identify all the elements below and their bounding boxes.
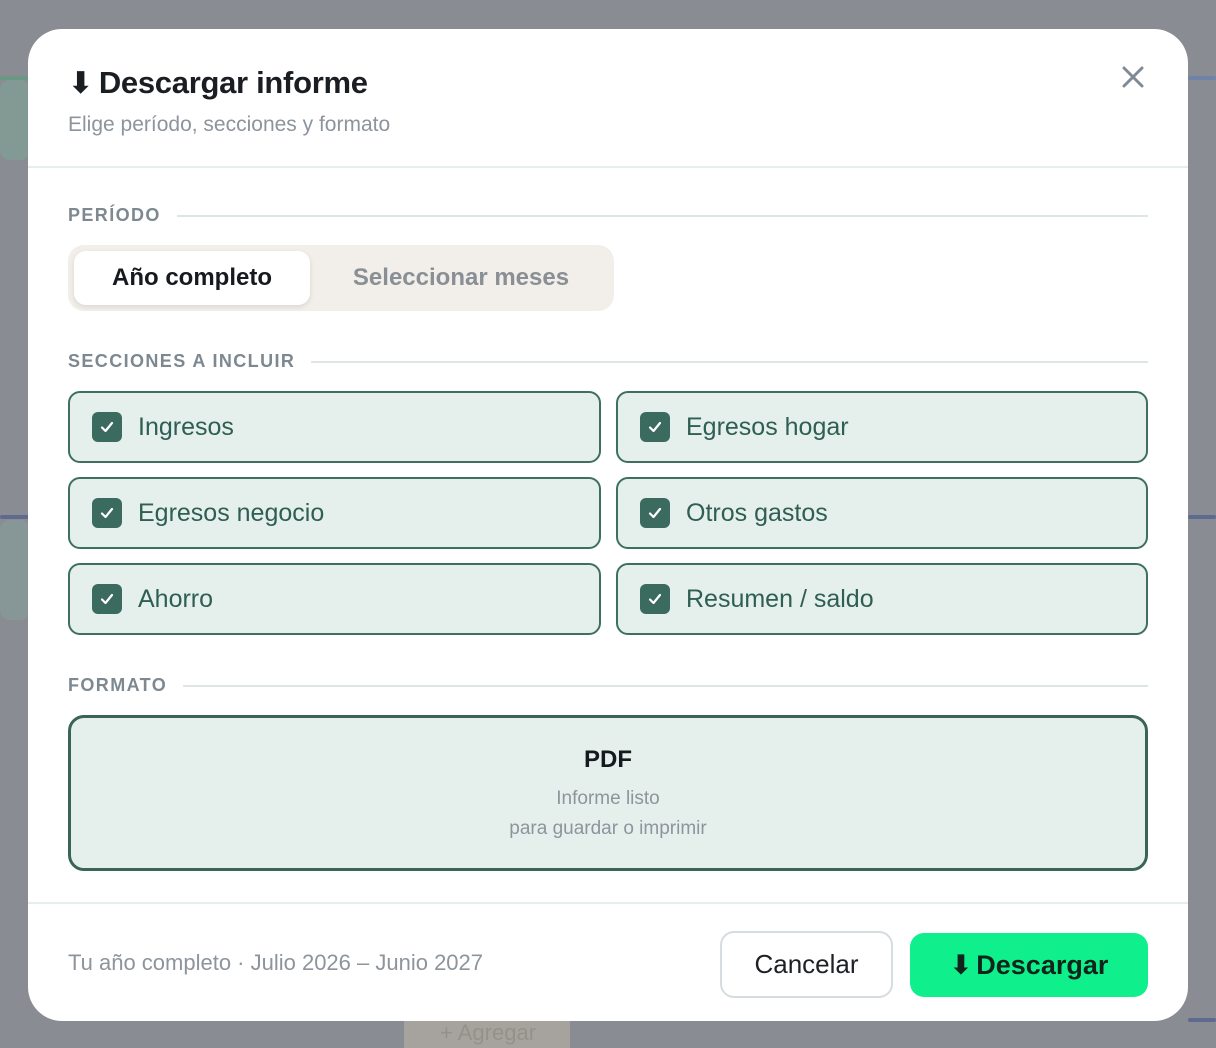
section-option-label: Ahorro	[138, 584, 214, 613]
format-label-text: FORMATO	[68, 675, 168, 695]
period-summary-note: Tu año completo · Julio 2026 – Junio 202…	[68, 950, 484, 975]
checkbox-checked-icon[interactable]	[640, 584, 670, 614]
checkbox-checked-icon[interactable]	[92, 498, 122, 528]
background-decoration	[1188, 1018, 1216, 1022]
modal-title: ⬇ Descargar informe	[68, 65, 368, 101]
modal-subtitle: Elige período, secciones y formato	[68, 113, 391, 136]
checkbox-checked-icon[interactable]	[92, 584, 122, 614]
period-label-text: PERÍODO	[68, 205, 161, 225]
section-option-label: Egresos negocio	[138, 498, 325, 527]
close-icon	[1122, 66, 1144, 88]
section-option-ahorro[interactable]: Ahorro	[68, 563, 601, 635]
background-decoration	[0, 515, 30, 519]
section-option-ingresos[interactable]: Ingresos	[68, 391, 601, 463]
section-option-label: Otros gastos	[686, 498, 828, 527]
background-decoration	[1188, 515, 1216, 519]
section-option-label: Resumen / saldo	[686, 584, 874, 613]
divider	[183, 684, 1148, 687]
checkbox-checked-icon[interactable]	[640, 498, 670, 528]
cancel-button[interactable]: Cancelar	[720, 931, 893, 998]
checkbox-checked-icon[interactable]	[640, 412, 670, 442]
format-option-pdf[interactable]: PDF Informe listo para guardar o imprimi…	[68, 715, 1148, 871]
download-button-label: Descargar	[976, 949, 1109, 980]
section-option-egresos-hogar[interactable]: Egresos hogar	[616, 391, 1148, 463]
period-option-full-year[interactable]: Año completo	[74, 251, 310, 305]
modal-header: ⬇ Descargar informe Elige período, secci…	[28, 29, 1188, 168]
format-section-label: FORMATO	[68, 675, 1148, 696]
divider	[311, 360, 1148, 363]
background-decoration	[0, 80, 30, 160]
format-option-desc-line: Informe listo	[556, 788, 660, 809]
background-decoration	[1188, 76, 1216, 80]
section-option-otros-gastos[interactable]: Otros gastos	[616, 477, 1148, 549]
section-option-egresos-negocio[interactable]: Egresos negocio	[68, 477, 601, 549]
close-button[interactable]	[1116, 60, 1150, 94]
modal-footer: Tu año completo · Julio 2026 – Junio 202…	[28, 902, 1188, 1021]
divider	[176, 214, 1148, 217]
sections-label-text: SECCIONES A INCLUIR	[68, 351, 296, 371]
download-arrow-icon: ⬇	[68, 66, 93, 100]
section-option-resumen-saldo[interactable]: Resumen / saldo	[616, 563, 1148, 635]
period-segmented-control: Año completo Seleccionar meses	[68, 245, 614, 311]
format-option-desc-line: para guardar o imprimir	[509, 818, 707, 839]
download-button[interactable]: ⬇ Descargar	[910, 933, 1148, 997]
modal-title-text: Descargar informe	[98, 65, 368, 100]
background-add-label: + Agregar	[440, 1020, 537, 1045]
download-report-modal: ⬇ Descargar informe Elige período, secci…	[28, 29, 1188, 1021]
period-option-select-months[interactable]: Seleccionar meses	[314, 251, 608, 305]
format-option-description: Informe listo para guardar o imprimir	[71, 784, 1145, 844]
period-section-label: PERÍODO	[68, 205, 1148, 226]
section-option-label: Egresos hogar	[686, 412, 849, 441]
sections-section-label: SECCIONES A INCLUIR	[68, 351, 1148, 372]
download-arrow-icon: ⬇	[949, 949, 973, 980]
background-decoration	[0, 520, 30, 620]
section-option-label: Ingresos	[138, 412, 234, 441]
checkbox-checked-icon[interactable]	[92, 412, 122, 442]
format-option-title: PDF	[584, 746, 632, 773]
